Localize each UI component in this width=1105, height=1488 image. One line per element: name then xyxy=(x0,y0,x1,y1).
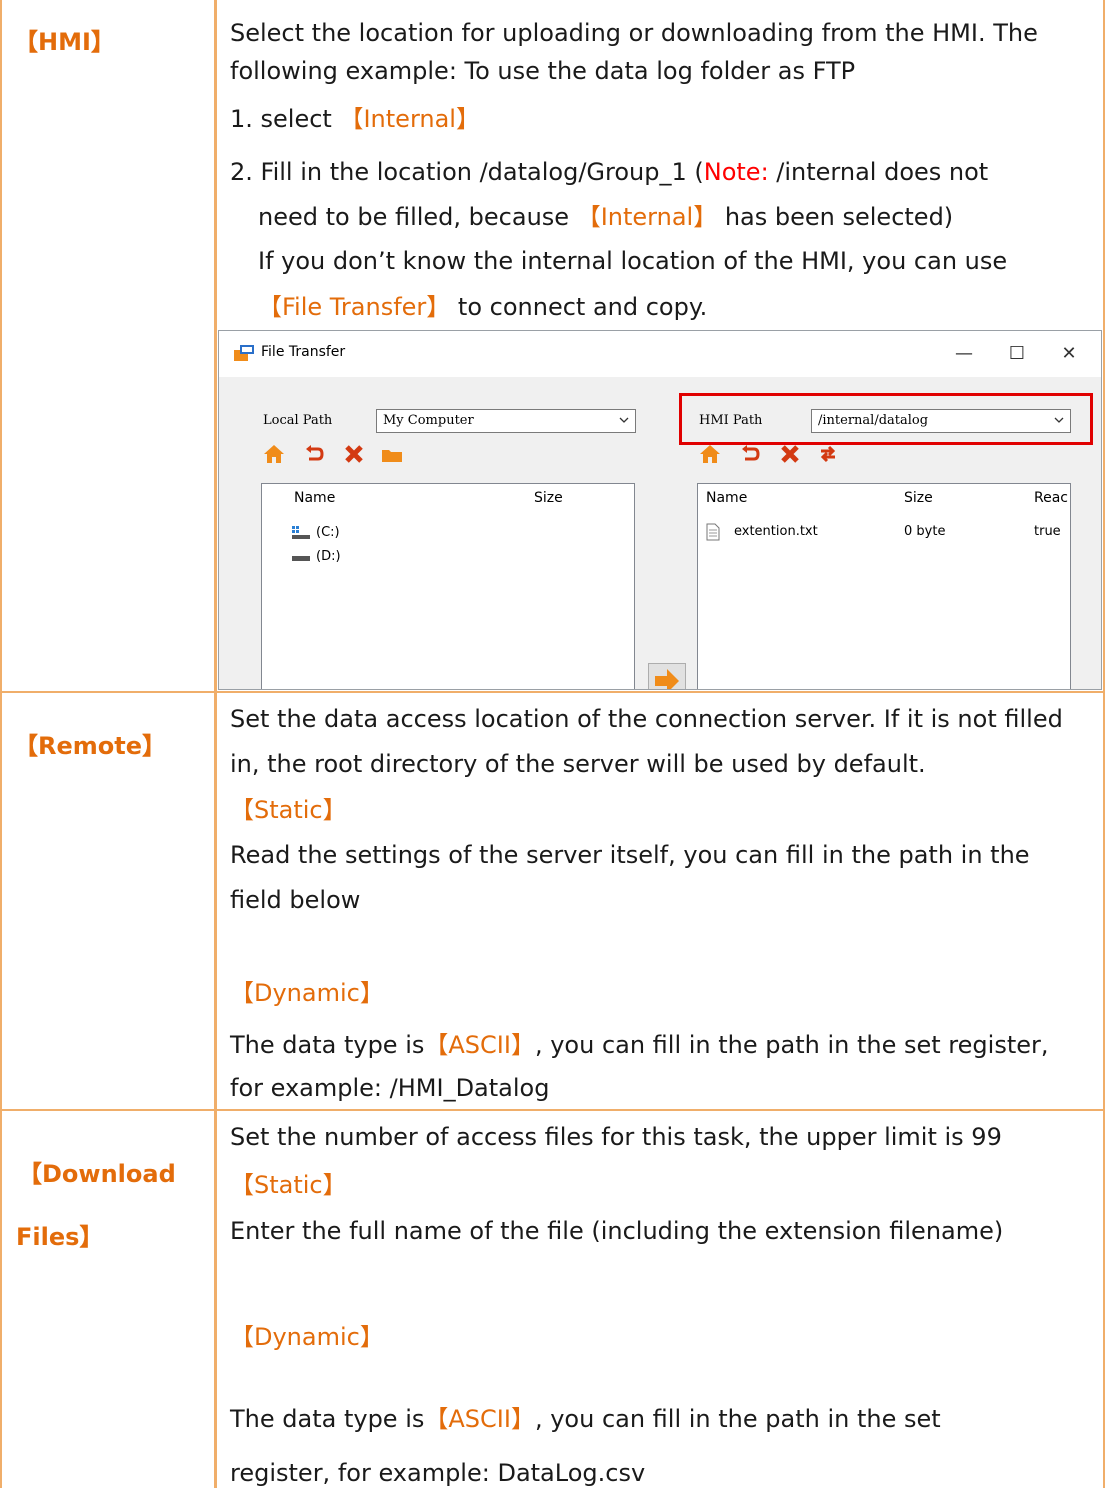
document-page: 【HMI】 Select the location for uploading … xyxy=(0,0,1105,1488)
column-header-size[interactable]: Size xyxy=(904,490,933,506)
row-label-download-line2: Files】 xyxy=(16,1223,104,1251)
ascii-ref: 【ASCII】 xyxy=(424,1405,535,1433)
hmi-path-value: /internal/datalog xyxy=(818,413,929,428)
hmi-step-2-line2: need to be filled, because 【Internal】 ha… xyxy=(258,202,953,232)
local-path-label: Local Path xyxy=(263,413,333,428)
refresh-icon[interactable] xyxy=(817,443,839,465)
delete-icon[interactable] xyxy=(343,443,365,465)
note-label: Note: xyxy=(703,158,769,186)
download-dynamic-text: The data type is xyxy=(230,1405,425,1433)
back-icon[interactable] xyxy=(739,443,761,465)
column-header-size[interactable]: Size xyxy=(534,490,563,506)
table-column-divider xyxy=(214,0,217,1488)
hmi-file-list[interactable]: Name Size Reac extention.txt 0 byte true xyxy=(697,483,1071,689)
download-static-heading: 【Static】 xyxy=(230,1171,347,1199)
chevron-down-icon xyxy=(619,417,629,423)
remote-static-heading: 【Static】 xyxy=(230,796,347,824)
file-size: 0 byte xyxy=(904,524,946,539)
delete-icon[interactable] xyxy=(779,443,801,465)
remote-static-line2: field below xyxy=(230,886,361,914)
download-dynamic-line2: register, for example: DataLog.csv xyxy=(230,1459,646,1487)
drive-name: (C:) xyxy=(316,525,340,540)
column-header-name[interactable]: Name xyxy=(294,490,335,506)
home-icon[interactable] xyxy=(263,443,285,465)
upload-to-hmi-button[interactable] xyxy=(648,663,686,689)
chevron-down-icon xyxy=(1054,417,1064,423)
hmi-tip-line2: 【File Transfer】 to connect and copy. xyxy=(258,292,707,322)
home-icon[interactable] xyxy=(699,443,721,465)
local-path-value: My Computer xyxy=(383,413,474,428)
minimize-button[interactable]: — xyxy=(944,339,984,369)
row-divider-download xyxy=(0,1109,1105,1111)
hmi-step-2-line2-suffix: has been selected) xyxy=(717,203,954,231)
download-description-line1: Set the number of access files for this … xyxy=(230,1123,1002,1151)
list-item[interactable]: extention.txt 0 byte true xyxy=(706,522,1066,544)
drive-name: (D:) xyxy=(316,549,341,564)
hmi-description-line2: following example: To use the data log f… xyxy=(230,57,856,85)
file-readable: true xyxy=(1034,524,1061,539)
hmi-path-label: HMI Path xyxy=(699,413,763,428)
row-label-remote: 【Remote】 xyxy=(14,732,167,760)
hmi-tip-line1: If you don’t know the internal location … xyxy=(258,247,1008,275)
arrow-right-icon xyxy=(655,669,679,689)
window-title: File Transfer xyxy=(261,344,346,360)
file-transfer-app-icon xyxy=(234,345,254,361)
hmi-tip-suffix: to connect and copy. xyxy=(450,293,708,321)
ascii-ref: 【ASCII】 xyxy=(424,1031,535,1059)
download-dynamic-line1: The data type is【ASCII】, you can fill in… xyxy=(230,1404,941,1434)
remote-dynamic-line1: The data type is【ASCII】, you can fill in… xyxy=(230,1030,1049,1060)
hmi-step-2: 2. Fill in the location /datalog/Group_1… xyxy=(230,157,988,187)
remote-dynamic-suffix: , you can fill in the path in the set re… xyxy=(534,1031,1049,1059)
drive-icon xyxy=(292,556,310,561)
download-static-line1: Enter the full name of the file (includi… xyxy=(230,1217,1004,1245)
table-left-border xyxy=(0,0,2,1488)
remote-static-line1: Read the settings of the server itself, … xyxy=(230,841,1030,869)
hmi-step-2-text: 2. Fill in the location /datalog/Group_1… xyxy=(230,158,704,186)
file-name: extention.txt xyxy=(734,524,818,539)
download-dynamic-suffix: , you can fill in the path in the set xyxy=(534,1405,941,1433)
local-path-combobox[interactable]: My Computer xyxy=(376,409,636,433)
back-icon[interactable] xyxy=(303,443,325,465)
file-transfer-ref: 【File Transfer】 xyxy=(258,293,451,321)
window-titlebar: File Transfer — ☐ ✕ xyxy=(219,331,1101,377)
remote-dynamic-text: The data type is xyxy=(230,1031,425,1059)
text-file-icon xyxy=(706,523,720,541)
remote-dynamic-line2: for example: /HMI_Datalog xyxy=(230,1074,550,1102)
hmi-step-2-line2-text: need to be filled, because xyxy=(258,203,570,231)
row-divider-remote xyxy=(0,691,1105,693)
maximize-button[interactable]: ☐ xyxy=(997,339,1037,369)
close-button[interactable]: ✕ xyxy=(1049,339,1089,369)
list-item[interactable]: (D:) xyxy=(292,548,492,568)
file-transfer-window: File Transfer — ☐ ✕ Local Path My Comput… xyxy=(218,330,1102,690)
list-item[interactable]: (C:) xyxy=(292,524,492,544)
hmi-path-combobox[interactable]: /internal/datalog xyxy=(811,409,1071,433)
remote-dynamic-heading: 【Dynamic】 xyxy=(230,979,384,1007)
download-dynamic-heading: 【Dynamic】 xyxy=(230,1323,384,1351)
internal-ref: 【Internal】 xyxy=(339,105,480,133)
hmi-step-1-text: 1. select xyxy=(230,105,332,133)
hmi-step-2-suffix: /internal does not xyxy=(768,158,989,186)
internal-ref-2: 【Internal】 xyxy=(576,203,718,231)
remote-description-line1: Set the data access location of the conn… xyxy=(230,705,1063,733)
new-folder-icon[interactable] xyxy=(381,443,403,465)
local-file-list[interactable]: Name Size (C:) (D:) xyxy=(261,483,635,689)
row-label-hmi: 【HMI】 xyxy=(14,28,115,56)
hmi-description-line1: Select the location for uploading or dow… xyxy=(230,19,1038,47)
drive-windows-icon xyxy=(292,526,310,539)
hmi-step-1: 1. select 【Internal】 xyxy=(230,104,480,134)
column-header-name[interactable]: Name xyxy=(706,490,747,506)
remote-description-line2: in, the root directory of the server wil… xyxy=(230,750,926,778)
column-header-read[interactable]: Reac xyxy=(1034,490,1068,506)
row-label-download-line1: 【Download xyxy=(18,1160,176,1188)
